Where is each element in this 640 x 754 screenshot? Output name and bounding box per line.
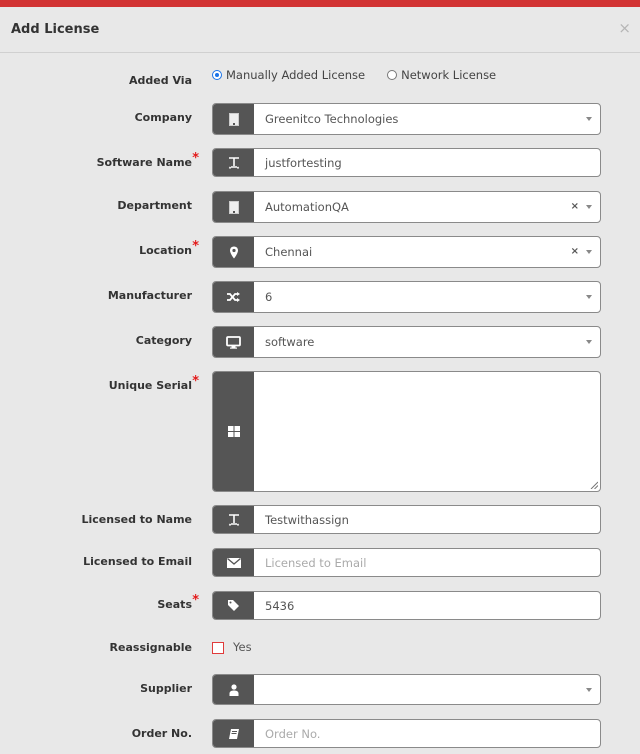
radio-manually-added[interactable] — [212, 70, 222, 80]
manufacturer-label: Manufacturer — [107, 289, 192, 302]
order-no-label: Order No. — [131, 727, 192, 740]
licensed-to-name-label: Licensed to Name — [81, 513, 193, 526]
chevron-down-icon[interactable] — [586, 250, 592, 254]
required-marker: * — [192, 374, 199, 389]
chevron-down-icon[interactable] — [586, 295, 592, 299]
required-marker: * — [192, 239, 199, 254]
chevron-down-icon[interactable] — [586, 205, 592, 209]
supplier-select[interactable] — [212, 674, 601, 705]
top-accent-bar — [0, 0, 640, 7]
unique-serial-textarea[interactable] — [212, 371, 601, 492]
order-no-input[interactable]: Order No. — [212, 719, 601, 748]
location-select[interactable]: Chennai × — [212, 236, 601, 268]
grid-icon — [213, 372, 254, 491]
licensed-to-email-label: Licensed to Email — [83, 555, 192, 568]
added-via-radio-group: Manually Added License Network License — [212, 68, 518, 82]
software-name-label: Software Name * — [96, 151, 199, 169]
modal-header: Add License × — [0, 7, 640, 53]
licensed-to-name-value: Testwithassign — [265, 512, 349, 527]
company-value: Greenitco Technologies — [265, 112, 399, 126]
close-icon[interactable]: × — [618, 21, 631, 36]
radio-network-license-label[interactable]: Network License — [401, 68, 496, 82]
department-value: AutomationQA — [265, 200, 349, 214]
manufacturer-value: 6 — [265, 290, 273, 304]
manufacturer-select[interactable]: 6 — [212, 281, 601, 313]
modal-title: Add License — [11, 22, 100, 37]
seats-input[interactable]: 5436 — [212, 591, 601, 620]
reassignable-checkbox[interactable] — [212, 642, 224, 654]
location-value: Chennai — [265, 245, 313, 259]
radio-manually-added-label[interactable]: Manually Added License — [226, 68, 365, 82]
seats-label: Seats * — [157, 593, 199, 611]
software-name-value: justfortesting — [265, 155, 342, 170]
clear-icon[interactable]: × — [571, 245, 579, 259]
building-icon — [213, 192, 254, 222]
envelope-icon — [213, 549, 254, 576]
location-label: Location * — [139, 239, 199, 257]
reassignable-checkbox-label[interactable]: Yes — [233, 640, 252, 654]
clear-icon[interactable]: × — [571, 200, 579, 214]
tag-icon — [213, 592, 254, 619]
added-via-label: Added Via — [129, 74, 192, 87]
text-icon — [213, 506, 254, 533]
category-label: Category — [135, 334, 192, 347]
resize-handle-icon[interactable] — [590, 481, 598, 489]
radio-network-license[interactable] — [387, 70, 398, 80]
book-icon — [213, 720, 254, 747]
user-icon — [213, 675, 254, 704]
supplier-label: Supplier — [140, 682, 192, 695]
seats-value: 5436 — [265, 598, 295, 613]
chevron-down-icon[interactable] — [586, 687, 592, 692]
reassignable-label: Reassignable — [109, 641, 192, 654]
shuffle-icon — [213, 282, 254, 312]
required-marker: * — [192, 593, 199, 608]
licensed-to-email-input[interactable]: Licensed to Email — [212, 548, 601, 577]
category-select[interactable]: software — [212, 326, 601, 358]
chevron-down-icon[interactable] — [586, 340, 592, 344]
map-marker-icon — [213, 237, 254, 267]
required-marker: * — [192, 151, 199, 166]
desktop-icon — [213, 327, 254, 357]
licensed-to-email-placeholder: Licensed to Email — [265, 555, 367, 570]
software-name-input[interactable]: justfortesting — [212, 148, 601, 177]
text-icon — [213, 149, 254, 176]
building-icon — [213, 104, 254, 134]
order-no-placeholder: Order No. — [265, 726, 321, 741]
licensed-to-name-input[interactable]: Testwithassign — [212, 505, 601, 534]
company-label: Company — [134, 111, 192, 124]
category-value: software — [265, 335, 315, 349]
department-select[interactable]: AutomationQA × — [212, 191, 601, 223]
department-label: Department — [117, 199, 192, 212]
unique-serial-label: Unique Serial * — [108, 374, 199, 392]
chevron-down-icon[interactable] — [586, 117, 592, 121]
company-select[interactable]: Greenitco Technologies — [212, 103, 601, 135]
